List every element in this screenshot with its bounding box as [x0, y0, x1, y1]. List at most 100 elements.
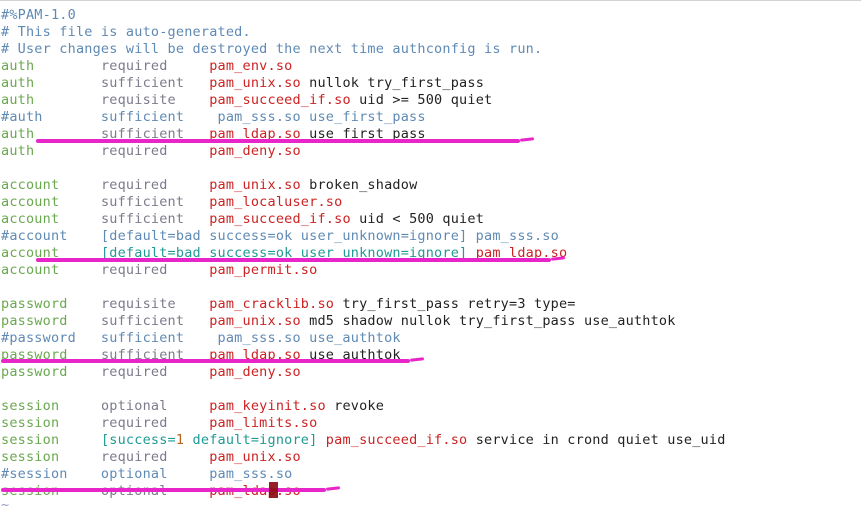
- token: sufficient: [100, 126, 185, 142]
- code-line-rule[interactable]: account sufficient pam_succeed_if.so uid…: [1, 211, 484, 228]
- text-cursor-block: [269, 482, 278, 498]
- token: service in crond quiet use_uid: [467, 432, 726, 448]
- strike-session-ldap-tail: [325, 486, 341, 491]
- code-line-comment[interactable]: #session optional pam_sss.so: [1, 466, 292, 483]
- code-line-comment[interactable]: #%PAM-1.0: [1, 7, 76, 24]
- underline-auth-ldap-tail: [519, 137, 535, 142]
- token: sufficient: [100, 211, 185, 227]
- token: pam_succeed_if.so: [209, 211, 351, 227]
- token: sufficient: [100, 347, 185, 363]
- code-line-rule[interactable]: password required pam_deny.so: [1, 364, 301, 381]
- empty-line-marker[interactable]: ~: [1, 497, 9, 509]
- token: auth: [1, 58, 35, 74]
- code-line-rule[interactable]: session required pam_limits.so: [1, 415, 317, 432]
- code-line-rule[interactable]: password sufficient pam_ldap.so use_auth…: [1, 347, 401, 364]
- code-line-comment[interactable]: #auth sufficient pam_sss.so use_first_pa…: [1, 109, 426, 126]
- token: default=ignore]: [184, 432, 318, 448]
- token: uid < 500 quiet: [350, 211, 485, 227]
- code-line-blank[interactable]: [1, 160, 9, 177]
- code-line-rule[interactable]: account required pam_permit.so: [1, 262, 317, 279]
- code-line-rule[interactable]: session required pam_unix.so: [1, 449, 301, 466]
- code-line-comment[interactable]: # User changes will be destroyed the nex…: [1, 41, 542, 58]
- code-line-comment[interactable]: #password sufficient pam_sss.so use_auth…: [1, 330, 401, 347]
- vim-editor-window[interactable]: #%PAM-1.0 # This file is auto-generated. #…: [0, 0, 861, 509]
- code-line-rule[interactable]: account [default=bad success=ok user_unk…: [1, 245, 567, 262]
- token: pam_succeed_if.so: [209, 92, 351, 108]
- token: [success=: [100, 432, 176, 448]
- token: #account [default=bad success=ok user_un…: [1, 228, 559, 244]
- token: broken_shadow: [300, 177, 418, 193]
- token: pam_permit.so: [209, 262, 318, 278]
- token: pam_localuser.so: [209, 194, 343, 210]
- token: sufficient: [100, 194, 185, 210]
- token: password: [1, 313, 68, 329]
- code-line-rule[interactable]: password sufficient pam_unix.so md5 shad…: [1, 313, 676, 330]
- code-line-rule[interactable]: auth required pam_env.so: [1, 58, 292, 75]
- token: password: [1, 347, 68, 363]
- code-line-rule[interactable]: auth sufficient pam_ldap.so use_first_pa…: [1, 126, 426, 143]
- token: pam_env.so: [209, 58, 293, 74]
- code-line-rule[interactable]: account required pam_unix.so broken_shad…: [1, 177, 417, 194]
- token: # This file is auto-generated.: [1, 24, 251, 40]
- token: pam_succeed_if.so: [325, 432, 468, 448]
- code-line-rule[interactable]: session optional pam_keyinit.so revoke: [1, 398, 384, 415]
- token: required: [100, 177, 168, 193]
- token: account: [1, 211, 60, 227]
- token: requisite: [100, 92, 176, 108]
- code-line-rule[interactable]: password requisite pam_cracklib.so try_f…: [1, 296, 576, 313]
- token: pam_ldap.so: [209, 126, 301, 142]
- code-line-comment[interactable]: # This file is auto-generated.: [1, 24, 251, 41]
- token: md5 shadow nullok try_first_pass use_aut…: [300, 313, 676, 329]
- code-line-rule[interactable]: auth required pam_deny.so: [1, 143, 301, 160]
- token: pam_unix.so: [209, 313, 301, 329]
- token: auth: [1, 92, 35, 108]
- token: required: [100, 415, 168, 431]
- token: use_first_pass: [300, 126, 426, 142]
- token: account: [1, 245, 60, 261]
- token: #%PAM-1.0: [1, 7, 76, 23]
- token: session: [1, 432, 60, 448]
- code-line-rule[interactable]: auth requisite pam_succeed_if.so uid >= …: [1, 92, 492, 109]
- code-line-rule[interactable]: account sufficient pam_localuser.so: [1, 194, 342, 211]
- token: pam_ldap.so: [209, 483, 301, 499]
- code-line-rule[interactable]: auth sufficient pam_unix.so nullok try_f…: [1, 75, 484, 92]
- token: # User changes will be destroyed the nex…: [1, 41, 543, 57]
- token: pam_keyinit.so: [209, 398, 326, 414]
- token: pam_deny.so: [209, 143, 301, 159]
- code-line-rule[interactable]: session optional pam_ldap.so: [1, 483, 301, 500]
- token: auth: [1, 75, 35, 91]
- code-line-blank[interactable]: [1, 279, 9, 296]
- token: uid >= 500 quiet: [350, 92, 493, 108]
- token: pam_unix.so: [209, 177, 301, 193]
- token: [default=bad success=ok user_unknown=ign…: [100, 245, 468, 261]
- token: required: [100, 449, 168, 465]
- code-line-comment[interactable]: #account [default=bad success=ok user_un…: [1, 228, 559, 245]
- token: session: [1, 415, 60, 431]
- token: revoke: [325, 398, 385, 414]
- token: account: [1, 194, 60, 210]
- code-line-rule[interactable]: session [success=1 default=ignore] pam_s…: [1, 432, 726, 449]
- token: account: [1, 177, 60, 193]
- code-line-blank[interactable]: [1, 381, 9, 398]
